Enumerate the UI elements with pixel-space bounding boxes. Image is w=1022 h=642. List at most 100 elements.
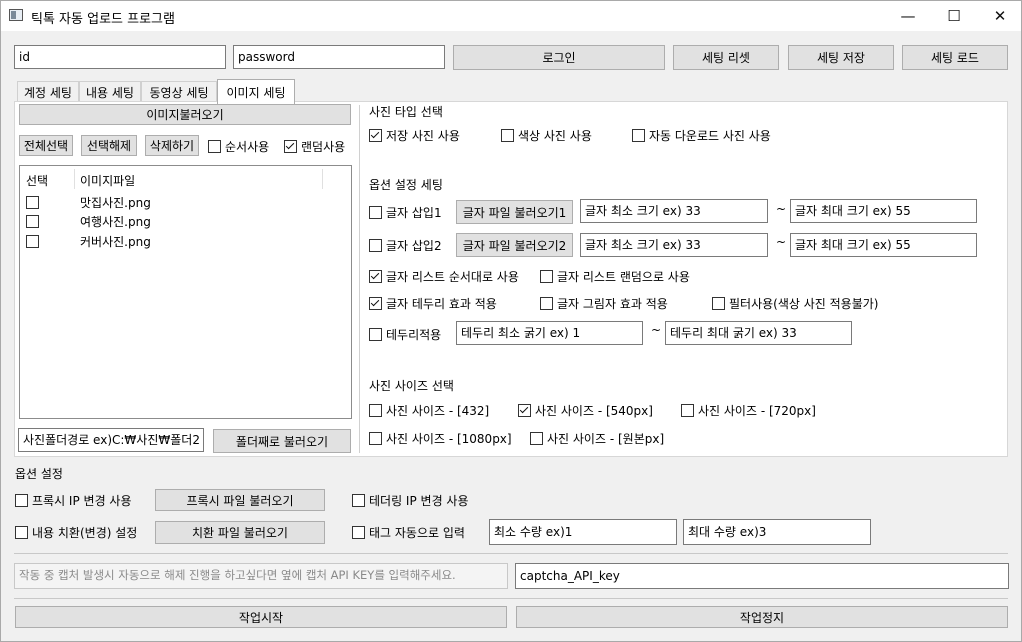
list-random-label: 글자 리스트 랜덤으로 사용 [557,269,690,284]
tab-image[interactable]: 이미지 세팅 [217,79,295,104]
list-item-filename[interactable]: 여행사진.png [80,213,151,230]
size-720-checkbox[interactable]: 사진 사이즈 - [720px] [681,401,816,419]
id-input[interactable]: id [14,45,226,69]
order-use-label: 순서사용 [225,139,270,154]
saved-photo-checkbox[interactable]: 저장 사진 사용 [369,126,460,144]
load-text-file2-button[interactable]: 글자 파일 불러오기2 [456,233,573,257]
size-432-checkbox[interactable]: 사진 사이즈 - [432] [369,401,489,419]
replace-content-label: 내용 치환(변경) 설정 [32,525,138,540]
random-use-checkbox[interactable]: 랜덤사용 [284,137,345,155]
start-job-button[interactable]: 작업시작 [15,606,507,628]
replace-content-checkbox[interactable]: 내용 치환(변경) 설정 [15,523,137,541]
proxy-ip-checkbox[interactable]: 프록시 IP 변경 사용 [15,491,132,509]
list-item-filename[interactable]: 맛집사진.png [80,194,151,211]
stop-job-button[interactable]: 작업정지 [516,606,1008,628]
captcha-api-key-input[interactable]: captcha_API_key [515,563,1009,589]
options-title: 옵션 설정 [15,467,63,481]
load-folder-button[interactable]: 폴더째로 불러오기 [213,429,351,453]
reset-settings-button[interactable]: 세팅 리셋 [673,45,779,70]
list-item[interactable] [26,212,43,230]
auto-tags-checkbox[interactable]: 태그 자동으로 입력 [352,523,465,541]
text-shadow-checkbox[interactable]: 글자 그림자 효과 적용 [540,294,668,312]
text-min-size1-input[interactable]: 글자 최소 크기 ex) 33 [580,199,768,223]
list-item[interactable] [26,232,43,250]
text-max-size2-input[interactable]: 글자 최대 크기 ex) 55 [790,233,977,257]
load-replace-button[interactable]: 치환 파일 불러오기 [155,521,325,544]
checkbox-box [369,431,382,445]
proxy-ip-label: 프록시 IP 변경 사용 [32,493,132,508]
size-original-label: 사진 사이즈 - [원본px] [547,431,665,446]
tab-account[interactable]: 계정 세팅 [17,81,79,103]
checkbox-box [540,296,553,310]
order-use-checkbox[interactable]: 순서사용 [208,137,269,155]
checkbox-box [208,139,221,153]
list-item[interactable] [26,193,43,211]
border-max-input[interactable]: 테두리 최대 굵기 ex) 33 [665,321,852,345]
text-max-size1-input[interactable]: 글자 최대 크기 ex) 55 [790,199,977,223]
list-item-filename[interactable]: 커버사진.png [80,233,151,250]
maximize-icon[interactable]: ☐ [931,1,977,31]
filter-use-checkbox[interactable]: 필터사용(색상 사진 적용불가) [712,294,878,312]
app-window: 틱톡 자동 업로드 프로그램 — ☐ ✕ id password 로그인 세팅 … [0,0,1022,642]
list-random-checkbox[interactable]: 글자 리스트 랜덤으로 사용 [540,267,690,285]
border-min-input[interactable]: 테두리 최소 굵기 ex) 1 [456,321,643,345]
checkbox-box [681,403,694,417]
text-insert1-checkbox[interactable]: 글자 삽입1 [369,203,442,221]
checkbox-box [369,403,382,417]
text-border-checkbox[interactable]: 글자 테두리 효과 적용 [369,294,497,312]
checkbox-box [369,296,382,310]
image-file-list: 선택 이미지파일 맛집사진.png 여행사진.png 커버사진.png [19,165,352,419]
tab-bar: 계정 세팅 내용 세팅 동영상 세팅 이미지 세팅 [17,79,357,104]
captcha-hint: 작동 중 캡처 발생시 자동으로 해제 진행을 하고싶다면 옆에 캡처 API … [14,563,508,589]
size-1080-checkbox[interactable]: 사진 사이즈 - [1080px] [369,429,512,447]
max-count-input[interactable]: 최대 수량 ex)3 [683,519,871,545]
saved-photo-label: 저장 사진 사용 [386,128,460,143]
checkbox-box [712,296,725,310]
random-use-label: 랜덤사용 [301,139,346,154]
min-count-input[interactable]: 최소 수량 ex)1 [489,519,677,545]
password-input[interactable]: password [233,45,445,69]
load-text-file1-button[interactable]: 글자 파일 불러오기1 [456,200,573,224]
size-original-checkbox[interactable]: 사진 사이즈 - [원본px] [530,429,664,447]
checkbox-box [15,493,28,507]
divider [14,598,1008,599]
checkbox-box [540,269,553,283]
checkbox-box [369,205,382,219]
deselect-button[interactable]: 선택해제 [81,135,137,156]
column-divider [74,169,75,189]
list-order-checkbox[interactable]: 글자 리스트 순서대로 사용 [369,267,519,285]
window-title: 틱톡 자동 업로드 프로그램 [31,12,175,27]
auto-download-photo-checkbox[interactable]: 자동 다운로드 사진 사용 [632,126,771,144]
tab-video[interactable]: 동영상 세팅 [141,81,217,103]
size-1080-label: 사진 사이즈 - [1080px] [386,431,512,446]
tethering-ip-checkbox[interactable]: 테더링 IP 변경 사용 [352,491,469,509]
filter-use-label: 필터사용(색상 사진 적용불가) [729,296,879,311]
color-photo-checkbox[interactable]: 색상 사진 사용 [501,126,592,144]
text-min-size2-input[interactable]: 글자 최소 크기 ex) 33 [580,233,768,257]
border-apply-checkbox[interactable]: 테두리적용 [369,325,441,343]
checkbox-box [369,269,382,283]
checkbox-box [369,128,382,142]
checkbox-box [15,525,28,539]
checkbox-box [530,431,543,445]
photo-size-title: 사진 사이즈 선택 [369,379,454,393]
delete-button[interactable]: 삭제하기 [145,135,199,156]
text-border-label: 글자 테두리 효과 적용 [386,296,497,311]
save-settings-button[interactable]: 세팅 저장 [788,45,894,70]
load-settings-button[interactable]: 세팅 로드 [902,45,1008,70]
column-divider [322,169,323,189]
folder-path-input[interactable]: 사진폴더경로 ex)C:₩사진₩폴더2 [18,428,204,452]
range-tilde: ~ [776,202,787,216]
text-insert2-checkbox[interactable]: 글자 삽입2 [369,236,442,254]
close-icon[interactable]: ✕ [977,1,1022,31]
login-button[interactable]: 로그인 [453,45,665,70]
text-insert2-label: 글자 삽입2 [386,238,442,253]
column-separator [359,105,360,453]
select-all-button[interactable]: 전체선택 [19,135,73,156]
load-proxy-button[interactable]: 프록시 파일 불러오기 [155,489,325,511]
load-images-button[interactable]: 이미지불러오기 [19,104,351,125]
text-insert1-label: 글자 삽입1 [386,205,442,220]
minimize-icon[interactable]: — [885,1,931,31]
size-540-checkbox[interactable]: 사진 사이즈 - [540px] [518,401,653,419]
tab-content[interactable]: 내용 세팅 [79,81,141,103]
